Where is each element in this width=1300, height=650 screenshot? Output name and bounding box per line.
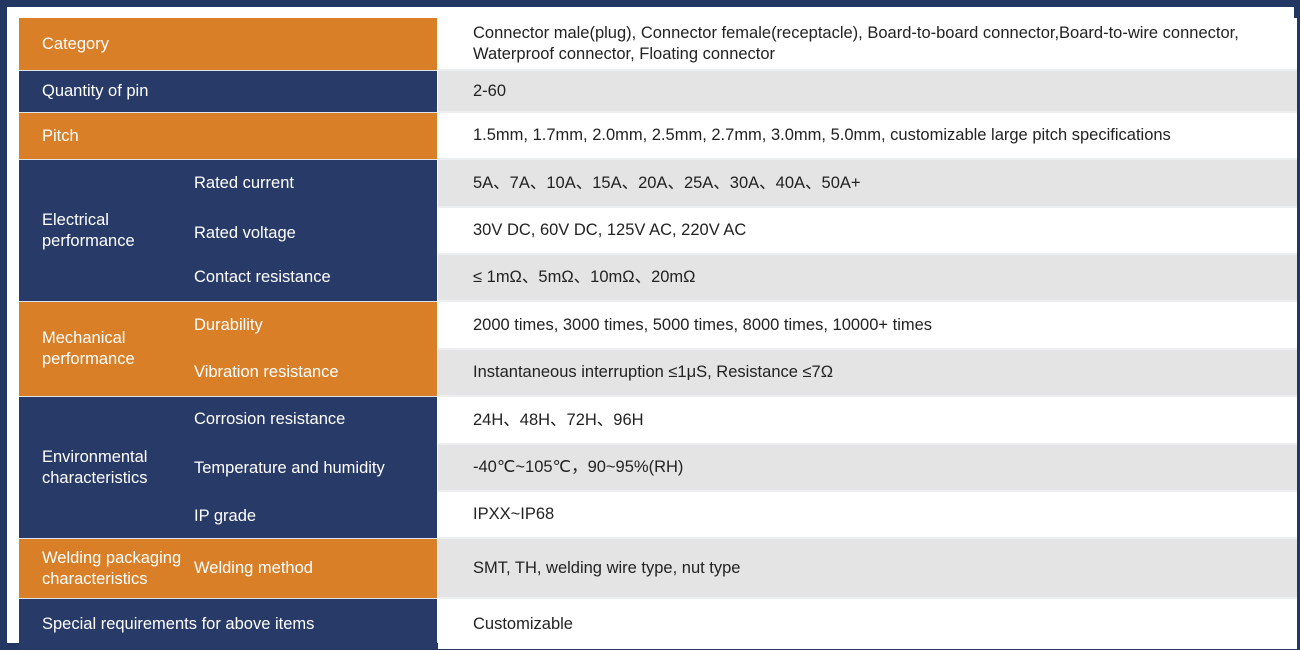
sub-label: IP grade <box>194 506 257 525</box>
category-label: Welding packaging characteristics <box>42 548 182 588</box>
category-label: Mechanical performance <box>42 329 135 368</box>
item-value: -40℃~105℃，90~95%(RH) <box>438 445 1297 492</box>
category-value: Connector male(plug), Connector female(r… <box>438 18 1297 71</box>
table-group-electrical: Electrical performance Rated current Rat… <box>19 160 1297 302</box>
row-header: Electrical performance Rated current Rat… <box>19 160 437 302</box>
row-header: Pitch <box>19 113 437 160</box>
sub-label: Rated current <box>194 173 294 192</box>
row-header: Quantity of pin <box>19 71 437 113</box>
spec-card: Category Connector male(plug), Connector… <box>7 7 1297 649</box>
item-value: Instantaneous interruption ≤1μS, Resista… <box>438 350 1297 397</box>
row-header: Welding packaging characteristics Weldin… <box>19 539 437 599</box>
sub-label: Vibration resistance <box>194 362 339 381</box>
table-row-category: Category Connector male(plug), Connector… <box>19 18 1297 71</box>
category-label: Environmental characteristics <box>42 447 148 487</box>
spec-table: Category Connector male(plug), Connector… <box>19 18 1297 649</box>
item-value: 2000 times, 3000 times, 5000 times, 8000… <box>438 302 1297 350</box>
item-value: IPXX~IP68 <box>438 492 1297 539</box>
table-group-environmental: Environmental characteristics Corrosion … <box>19 397 1297 539</box>
category-label: Category <box>42 34 109 53</box>
category-label: Electrical performance <box>42 210 135 250</box>
row-header: Mechanical performance Durability Vibrat… <box>19 302 437 397</box>
table-row-special-requirements: Special requirements for above items Cus… <box>19 599 1297 649</box>
sub-label: Temperature and humidity <box>194 458 385 477</box>
sub-label: Corrosion resistance <box>194 410 346 429</box>
table-group-mechanical: Mechanical performance Durability Vibrat… <box>19 302 1297 397</box>
sub-label: Rated voltage <box>194 223 296 242</box>
category-value: 2-60 <box>438 71 1297 113</box>
row-header: Environmental characteristics Corrosion … <box>19 397 437 539</box>
table-row-pitch: Pitch 1.5mm, 1.7mm, 2.0mm, 2.5mm, 2.7mm,… <box>19 113 1297 160</box>
sub-label: Contact resistance <box>194 267 331 286</box>
row-header: Special requirements for above items <box>19 599 437 649</box>
row-header: Category <box>19 18 437 71</box>
category-label: Special requirements for above items <box>42 614 315 633</box>
item-value: 30V DC, 60V DC, 125V AC, 220V AC <box>438 208 1297 255</box>
category-label: Quantity of pin <box>42 82 149 100</box>
sub-label: Durability <box>194 315 263 334</box>
category-label: Pitch <box>42 126 79 145</box>
item-value: 5A、7A、10A、15A、20A、25A、30A、40A、50A+ <box>438 160 1297 208</box>
item-value: ≤ 1mΩ、5mΩ、10mΩ、20mΩ <box>438 255 1297 302</box>
sub-label: Welding method <box>194 559 313 577</box>
category-value: Customizable <box>438 599 1297 649</box>
table-row-quantity-of-pin: Quantity of pin 2-60 <box>19 71 1297 113</box>
category-value: 1.5mm, 1.7mm, 2.0mm, 2.5mm, 2.7mm, 3.0mm… <box>438 113 1297 160</box>
table-group-welding: Welding packaging characteristics Weldin… <box>19 539 1297 599</box>
item-value: 24H、48H、72H、96H <box>438 397 1297 445</box>
item-value: SMT, TH, welding wire type, nut type <box>438 539 1297 599</box>
